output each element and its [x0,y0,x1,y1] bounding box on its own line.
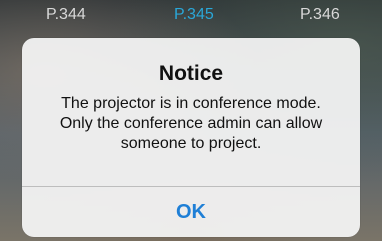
alert-message-line: someone to project. [120,135,262,152]
alert-title: Notice [158,62,224,85]
page-label-prev[interactable]: P.344 [46,6,86,24]
ok-button[interactable]: OK [22,187,360,237]
alert-message: The projector is in conference mode. Onl… [22,94,360,154]
alert-dialog: Notice The projector is in conference mo… [22,38,360,237]
page-indicator-bar: P.344 P.345 P.346 [0,0,382,30]
alert-message-line: Only the conference admin can allow [59,115,323,132]
page-label-current[interactable]: P.345 [174,6,214,24]
page-label-next[interactable]: P.346 [300,6,340,24]
alert-message-line: The projector is in conference mode. [61,95,321,112]
